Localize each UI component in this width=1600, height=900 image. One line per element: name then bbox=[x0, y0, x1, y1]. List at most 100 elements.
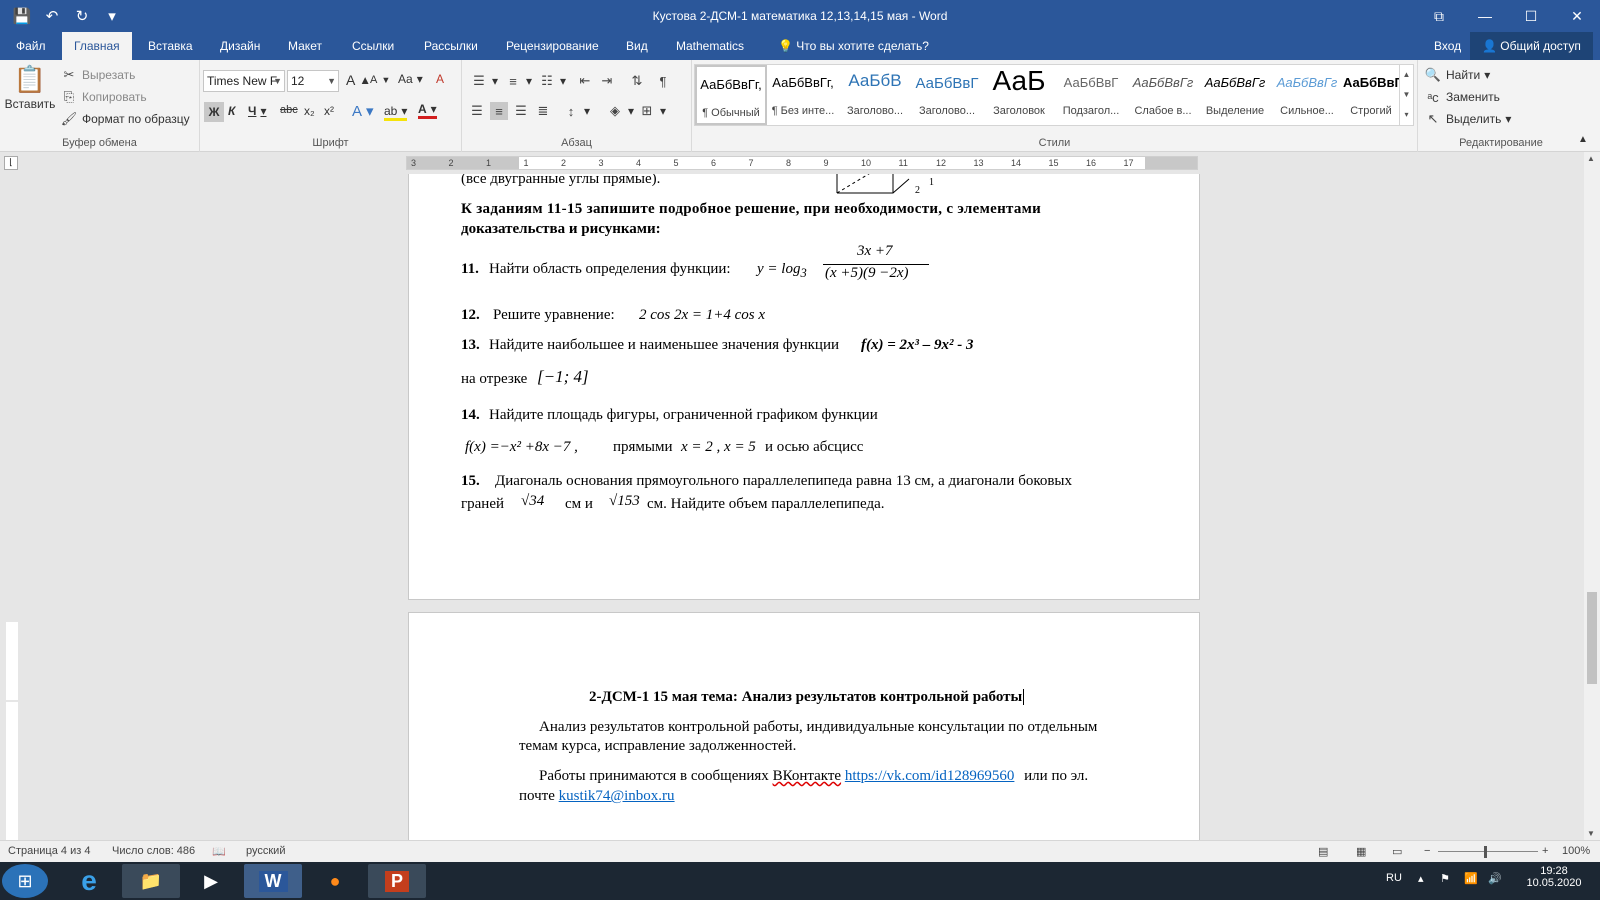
find-button[interactable]: 🔍 Найти ▾ bbox=[1424, 66, 1490, 84]
tab-file[interactable]: Файл bbox=[4, 32, 58, 60]
vertical-scrollbar[interactable]: ▲ ▼ bbox=[1584, 152, 1600, 840]
volume-icon[interactable]: 🔊 bbox=[1488, 872, 1502, 885]
minimize-button[interactable]: — bbox=[1462, 0, 1508, 32]
numbering-button[interactable]: ≡ ▾ bbox=[504, 72, 532, 90]
ribbon-display-options-icon[interactable]: ⧉ bbox=[1416, 0, 1462, 32]
align-left-button[interactable]: ☰ bbox=[468, 102, 486, 120]
bold-button[interactable]: Ж bbox=[204, 102, 224, 122]
task-13-interval[interactable]: [−1; 4] bbox=[537, 367, 589, 387]
scrollbar-thumb[interactable] bbox=[1587, 592, 1597, 684]
select-button[interactable]: ↖ Выделить ▾ bbox=[1424, 110, 1512, 128]
lesson-paragraph-3[interactable]: почте kustik74@inbox.ru bbox=[519, 788, 675, 805]
font-color-button[interactable]: A ▾ bbox=[418, 102, 437, 119]
taskbar-explorer[interactable]: 📁 bbox=[122, 864, 180, 898]
task-15-faces-text[interactable]: граней bbox=[461, 496, 504, 513]
tab-selector[interactable]: ⌊ bbox=[4, 156, 18, 170]
style-title[interactable]: АаБ Заголовок bbox=[983, 65, 1055, 125]
language-indicator[interactable]: русский bbox=[246, 845, 285, 857]
change-case-button[interactable]: Aa ▾ bbox=[398, 72, 423, 86]
tell-me-box[interactable]: 💡 Что вы хотите сделать? bbox=[766, 32, 941, 60]
zoom-out-icon[interactable]: − bbox=[1424, 845, 1430, 857]
close-button[interactable]: ✕ bbox=[1554, 0, 1600, 32]
task-15-and-text[interactable]: см и bbox=[565, 496, 593, 513]
tab-view[interactable]: Вид bbox=[614, 32, 660, 60]
task-14-lines-text[interactable]: прямыми bbox=[613, 439, 673, 456]
action-center-icon[interactable]: ⚑ bbox=[1440, 872, 1450, 885]
lesson-paragraph-1-line-2[interactable]: темам курса, исправление задолженностей. bbox=[519, 738, 796, 755]
zoom-slider[interactable] bbox=[1438, 851, 1538, 852]
task-15-end-text[interactable]: см. Найдите объем параллелепипеда. bbox=[647, 496, 885, 513]
tasks-intro-line-2[interactable]: доказательства и рисунками: bbox=[461, 221, 661, 238]
cut-button[interactable]: ✂ Вырезать bbox=[60, 66, 136, 84]
zoom-in-icon[interactable]: + bbox=[1542, 845, 1548, 857]
style-emphasis[interactable]: АаБбВвГг Выделение bbox=[1199, 65, 1271, 125]
shrink-font-button[interactable]: A ▼ bbox=[370, 74, 390, 86]
lesson-paragraph-1[interactable]: Анализ результатов контрольной работы, и… bbox=[539, 719, 1097, 736]
tab-insert[interactable]: Вставка bbox=[136, 32, 205, 60]
justify-button[interactable]: ≣ bbox=[534, 102, 552, 120]
taskbar-firefox[interactable]: ● bbox=[306, 864, 364, 898]
superscript-button[interactable]: x² bbox=[324, 104, 334, 118]
horizontal-ruler[interactable]: 3 2 1 1 2 3 4 5 6 7 8 9 10 11 12 13 14 15 16 17 bbox=[406, 156, 1198, 170]
line-spacing-button[interactable]: ↕ ▾ bbox=[562, 102, 590, 120]
tab-home[interactable]: Главная bbox=[62, 32, 132, 60]
zoom-level[interactable]: 100% bbox=[1562, 845, 1590, 857]
tab-layout[interactable]: Макет bbox=[276, 32, 334, 60]
highlight-button[interactable]: ab ▾ bbox=[384, 104, 408, 121]
italic-button[interactable]: К bbox=[228, 104, 235, 118]
task-14-function[interactable]: f(x) =−x² +8x −7 , bbox=[465, 439, 578, 456]
lesson-paragraph-2[interactable]: Работы принимаются в сообщениях ВКонтакт… bbox=[539, 768, 1088, 785]
tab-mailings[interactable]: Рассылки bbox=[412, 32, 490, 60]
sort-button[interactable]: ⇅ bbox=[628, 72, 646, 90]
task-14-lines[interactable]: x = 2 , x = 5 bbox=[681, 439, 756, 456]
align-center-button[interactable]: ≡ bbox=[490, 102, 508, 120]
task-12-equation[interactable]: 2 cos 2x = 1+4 cos x bbox=[639, 307, 765, 324]
clear-formatting-button[interactable]: A bbox=[436, 72, 444, 86]
tasks-intro[interactable]: К заданиям 11-15 запишите подробное реше… bbox=[461, 201, 1151, 218]
show-marks-button[interactable]: ¶ bbox=[654, 72, 672, 90]
word-count[interactable]: Число слов: 486 bbox=[112, 845, 195, 857]
tab-mathematics[interactable]: Mathematics bbox=[664, 32, 756, 60]
taskbar-powerpoint[interactable]: P bbox=[368, 864, 426, 898]
taskbar-media-player[interactable]: ▶ bbox=[182, 864, 240, 898]
decrease-indent-button[interactable]: ⇤ bbox=[576, 72, 594, 90]
grow-font-button[interactable]: A ▲ bbox=[346, 72, 371, 88]
email-link[interactable]: kustik74@inbox.ru bbox=[559, 788, 675, 804]
collapse-ribbon-icon[interactable]: ▲ bbox=[1578, 134, 1588, 145]
read-mode-icon[interactable]: ▤ bbox=[1318, 845, 1328, 858]
format-painter-button[interactable]: 🖌 Формат по образцу bbox=[60, 110, 190, 128]
web-layout-icon[interactable]: ▭ bbox=[1392, 845, 1402, 858]
scroll-up-icon[interactable]: ▲ bbox=[1587, 154, 1595, 163]
doc-text[interactable]: (все двугранные углы прямые). bbox=[461, 174, 660, 188]
zoom-slider-thumb[interactable] bbox=[1484, 846, 1487, 858]
task-15-root-34[interactable]: √34 bbox=[521, 493, 544, 510]
task-13-text[interactable]: Найдите наибольшее и наименьшее значения… bbox=[489, 337, 839, 354]
subscript-button[interactable]: x₂ bbox=[304, 104, 315, 118]
sign-in-link[interactable]: Вход bbox=[1422, 32, 1473, 60]
style-intense-emphasis[interactable]: АаБбВвГг Сильное... bbox=[1271, 65, 1343, 125]
style-strong[interactable]: АаБбВвГг, Строгий bbox=[1343, 65, 1399, 125]
align-right-button[interactable]: ☰ bbox=[512, 102, 530, 120]
style-subtle-emphasis[interactable]: АаБбВвГг Слабое в... bbox=[1127, 65, 1199, 125]
input-language[interactable]: RU bbox=[1386, 872, 1402, 884]
paste-button[interactable]: 📋 Вставить bbox=[5, 64, 56, 111]
style-normal[interactable]: АаБбВвГг, ¶ Обычный bbox=[695, 65, 767, 125]
underline-button[interactable]: Ч ▾ bbox=[248, 104, 266, 118]
show-hidden-icons[interactable]: ▴ bbox=[1418, 872, 1424, 885]
maximize-button[interactable]: ☐ bbox=[1508, 0, 1554, 32]
tab-review[interactable]: Рецензирование bbox=[494, 32, 611, 60]
text-effects-button[interactable]: A ▾ bbox=[352, 102, 374, 121]
vertical-ruler[interactable] bbox=[4, 174, 20, 840]
network-icon[interactable]: 📶 bbox=[1464, 872, 1478, 885]
scroll-down-icon[interactable]: ▼ bbox=[1587, 829, 1595, 838]
print-layout-icon[interactable]: ▦ bbox=[1356, 845, 1366, 858]
page-count[interactable]: Страница 4 из 4 bbox=[8, 845, 90, 857]
task-14-end-text[interactable]: и осью абсцисс bbox=[765, 439, 863, 456]
task-11-text[interactable]: Найти область определения функции: bbox=[489, 261, 731, 278]
copy-button[interactable]: ⎘ Копировать bbox=[60, 88, 147, 106]
style-heading-2[interactable]: АаБбВвГ Заголово... bbox=[911, 65, 983, 125]
shading-button[interactable]: ◈ ▾ bbox=[606, 102, 634, 120]
style-heading-1[interactable]: АаБбВ Заголово... bbox=[839, 65, 911, 125]
style-no-spacing[interactable]: АаБбВвГг, ¶ Без инте... bbox=[767, 65, 839, 125]
lesson-title[interactable]: 2-ДСМ-1 15 мая тема: Анализ результатов … bbox=[589, 689, 1025, 706]
